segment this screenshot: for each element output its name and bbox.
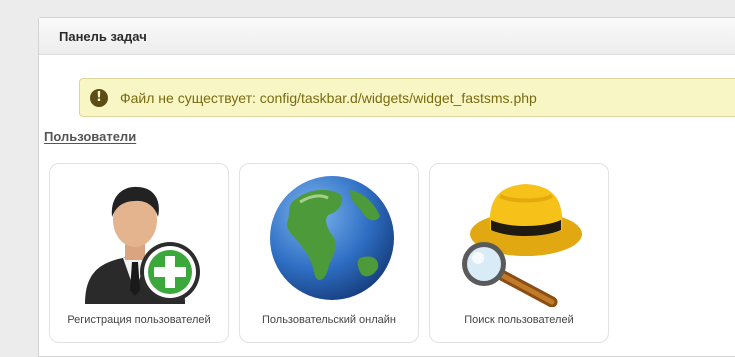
users-online-tile[interactable]: Пользовательский онлайн xyxy=(239,163,419,343)
taskbar-panel: Панель задач ! Файл не существует: confi… xyxy=(38,17,735,357)
file-missing-alert: ! Файл не существует: config/taskbar.d/w… xyxy=(79,78,735,117)
panel-title: Панель задач xyxy=(39,18,735,55)
tile-label: Пользовательский онлайн xyxy=(262,314,396,326)
exclamation-icon: ! xyxy=(90,88,108,107)
tile-label: Поиск пользователей xyxy=(464,314,574,326)
section-title-users[interactable]: Пользователи xyxy=(44,129,136,144)
tile-label: Регистрация пользователей xyxy=(67,314,211,326)
search-user-icon xyxy=(462,184,582,307)
alert-message: Файл не существует: config/taskbar.d/wid… xyxy=(120,89,537,106)
user-registration-tile[interactable]: Регистрация пользователей xyxy=(49,163,229,343)
user-add-icon xyxy=(85,186,200,304)
user-search-tile[interactable]: Поиск пользователей xyxy=(429,163,609,343)
globe-icon xyxy=(270,176,394,300)
